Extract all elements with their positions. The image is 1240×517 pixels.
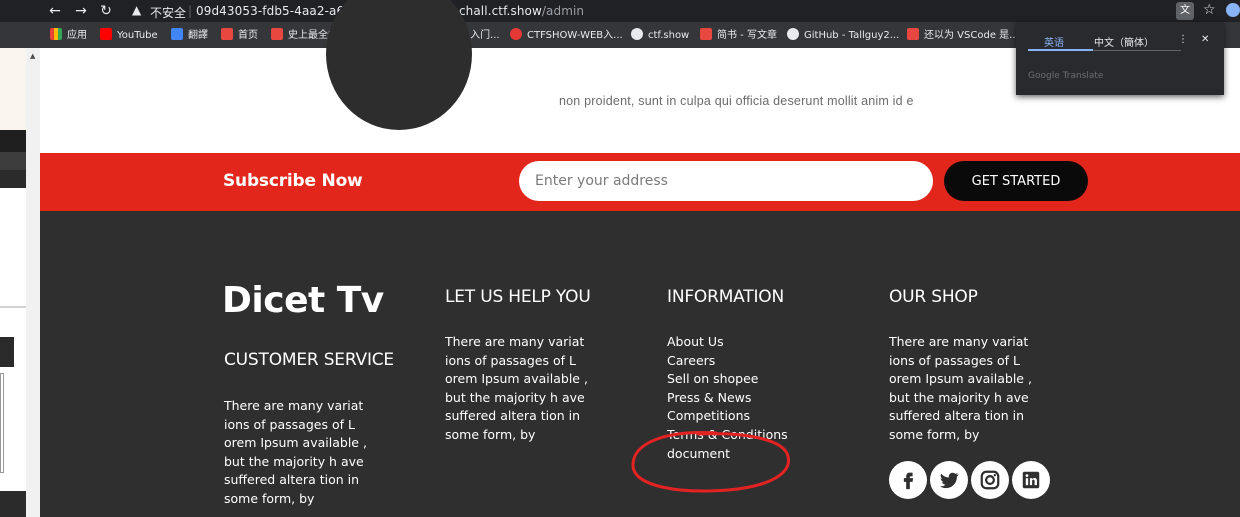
jianshu-icon — [700, 28, 712, 40]
left-scrollbar[interactable] — [26, 48, 40, 517]
url-path: /admin — [541, 4, 585, 18]
customer-service-text: There are many variat ions of passages o… — [224, 398, 367, 506]
instagram-icon[interactable] — [971, 461, 1009, 499]
bookmark-vscode[interactable]: 还以为 VSCode 是... — [907, 28, 1019, 42]
left-panel-tab[interactable] — [0, 337, 14, 367]
github-icon — [787, 28, 799, 40]
customer-service-heading: CUSTOMER SERVICE — [224, 350, 394, 370]
tab-target-language[interactable]: 中文（簡体） — [1094, 34, 1154, 49]
more-icon[interactable]: ⋮ — [1178, 34, 1188, 45]
tab-source-language[interactable]: 英语 — [1044, 34, 1064, 49]
translate-popup: 英语 中文（簡体） ⋮ ✕ Google Translate — [1016, 22, 1224, 95]
bookmark-label: 简书 - 写文章 — [717, 30, 777, 41]
link-competitions[interactable]: Competitions — [667, 408, 750, 423]
help-text: There are many variat ions of passages o… — [445, 334, 588, 442]
left-panel-divider — [0, 306, 26, 308]
bookmark-label: GitHub - Tallguy2... — [804, 30, 900, 41]
globe-icon — [631, 28, 643, 40]
bookmark-label: 首页 — [238, 30, 258, 41]
email-input[interactable] — [519, 161, 933, 201]
apps-icon — [50, 28, 62, 40]
star-icon[interactable]: ☆ — [1203, 2, 1216, 18]
bookmark-home[interactable]: 首页 — [221, 28, 258, 42]
subscribe-title: Subscribe Now — [223, 171, 363, 191]
link-document[interactable]: document — [667, 446, 730, 461]
link-about-us[interactable]: About Us — [667, 334, 724, 349]
left-panel-top — [0, 48, 26, 130]
bookmark-translate[interactable]: 翻譯 — [171, 28, 208, 42]
url-separator: | — [188, 4, 193, 18]
link-terms-conditions[interactable]: Terms & Conditions — [667, 427, 788, 442]
brand-logo-text[interactable]: Dicet Tv — [222, 280, 384, 321]
reload-button[interactable]: ↻ — [97, 2, 115, 20]
circle-image — [326, 0, 472, 130]
bookmark-label: 翻譯 — [188, 30, 208, 41]
insecure-label[interactable]: 不安全 — [150, 4, 186, 21]
get-started-button[interactable]: GET STARTED — [944, 161, 1088, 201]
scroll-up-icon[interactable]: ▲ — [30, 52, 35, 60]
link-press-news[interactable]: Press & News — [667, 390, 751, 405]
tab-indicator — [1028, 49, 1093, 51]
lorem-text: non proident, sunt in culpa qui officia … — [559, 94, 914, 108]
bookmark-label: CTFSHOW-WEB入... — [527, 30, 623, 41]
bookmark-label: 应用 — [67, 30, 87, 41]
bookmark-label: YouTube — [117, 30, 158, 41]
left-panel: ▲ — [0, 48, 40, 517]
twitter-icon[interactable] — [930, 461, 968, 499]
bookmark-youtube[interactable]: YouTube — [100, 28, 158, 42]
back-button[interactable]: ← — [46, 2, 64, 20]
translate-site-icon — [171, 28, 183, 40]
link-sell-on-shopee[interactable]: Sell on shopee — [667, 371, 759, 386]
bookmark-github[interactable]: GitHub - Tallguy2... — [787, 28, 899, 42]
bookmark-ctf-show[interactable]: ctf.show — [631, 28, 689, 42]
translate-icon[interactable]: 文 — [1176, 2, 1194, 20]
bookmark-apps[interactable]: 应用 — [50, 28, 87, 42]
profile-icon[interactable] — [1226, 3, 1240, 17]
left-panel-block — [0, 152, 26, 170]
tab-divider — [1093, 50, 1181, 51]
facebook-icon[interactable] — [889, 461, 927, 499]
csdn-icon — [510, 28, 522, 40]
shop-heading: OUR SHOP — [889, 287, 978, 307]
left-panel-block — [0, 491, 26, 517]
youtube-icon — [100, 28, 112, 40]
translate-footer: Google Translate — [1028, 71, 1104, 81]
help-heading: LET US HELP YOU — [445, 287, 591, 307]
jianshu-icon — [221, 28, 233, 40]
forward-button[interactable]: → — [72, 2, 90, 20]
bookmark-jianshu-write[interactable]: 简书 - 写文章 — [700, 28, 777, 42]
bookmark-label: ctf.show — [648, 30, 690, 41]
information-heading: INFORMATION — [667, 287, 784, 307]
jianshu-icon — [271, 28, 283, 40]
warning-icon[interactable]: ▲ — [132, 3, 141, 17]
browser-toolbar: ← → ↻ ▲ 不安全 | 09d43053-fdb5-4aa2-a6d5-a4… — [0, 0, 1240, 22]
left-panel-frame — [0, 373, 4, 473]
footer — [40, 211, 1240, 517]
social-links — [889, 461, 1050, 499]
link-careers[interactable]: Careers — [667, 353, 715, 368]
bookmark-ctfshow-web-entry[interactable]: CTFSHOW-WEB入... — [510, 28, 623, 42]
linkedin-icon[interactable] — [1012, 461, 1050, 499]
left-panel-block — [0, 170, 26, 188]
close-icon[interactable]: ✕ — [1201, 34, 1209, 45]
bookmark-label: 还以为 VSCode 是... — [924, 30, 1019, 41]
jianshu-icon — [907, 28, 919, 40]
shop-text: There are many variat ions of passages o… — [889, 334, 1032, 442]
